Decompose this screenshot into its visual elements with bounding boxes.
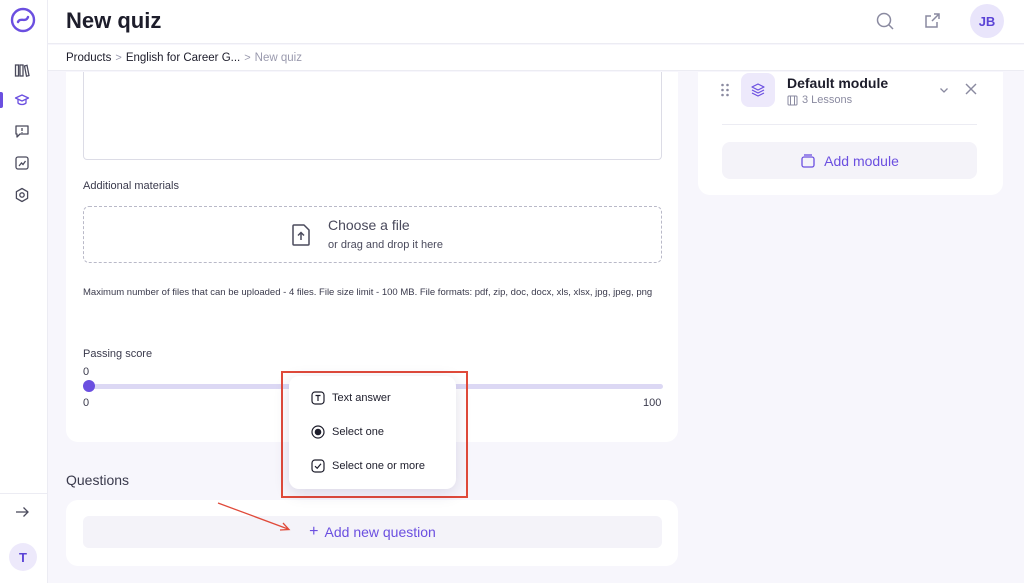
breadcrumb-products[interactable]: Products [66, 52, 111, 64]
checkbox-icon [311, 459, 325, 473]
modules-panel: Default module 3 Lessons Add module [698, 72, 1003, 195]
file-upload-icon [292, 224, 310, 246]
top-header: New quiz JB [48, 0, 1024, 44]
settings-hex-icon[interactable] [13, 186, 31, 204]
slider-min-label: 0 [83, 397, 90, 409]
add-question-label: Add new question [324, 524, 436, 540]
search-icon[interactable] [874, 10, 896, 32]
questions-card: + Add new question [66, 500, 678, 566]
additional-materials-label: Additional materials [83, 180, 179, 192]
description-textarea[interactable] [83, 72, 662, 160]
module-lessons-label: 3 Lessons [802, 94, 853, 106]
module-add-icon [801, 153, 815, 168]
workspace-avatar[interactable]: T [9, 543, 37, 571]
library-icon[interactable] [13, 61, 31, 79]
breadcrumb-separator: > [244, 51, 251, 64]
film-icon [787, 95, 798, 105]
dropzone-title[interactable]: Choose a file [328, 217, 410, 233]
slider-thumb[interactable] [83, 380, 95, 392]
external-link-icon[interactable] [921, 10, 943, 32]
sidebar-active-indicator [0, 92, 3, 108]
passing-score-value: 0 [83, 366, 90, 378]
question-type-menu: Text answer Select one Select one or mor… [289, 376, 456, 489]
menu-item-text-answer[interactable]: Text answer [311, 388, 391, 408]
drag-handle-icon[interactable] [720, 82, 730, 98]
questions-heading: Questions [66, 472, 130, 488]
breadcrumb: Products > English for Career G... > New… [48, 45, 1024, 71]
breadcrumb-course[interactable]: English for Career G... [126, 52, 240, 64]
page-title: New quiz [66, 8, 162, 33]
add-module-label: Add module [824, 152, 899, 169]
breadcrumb-current: New quiz [254, 51, 302, 64]
plus-icon: + [309, 523, 319, 540]
slider-max-label: 100 [643, 397, 662, 409]
module-title[interactable]: Default module [787, 75, 888, 91]
menu-item-label: Select one or more [332, 460, 425, 472]
menu-item-label: Select one [332, 426, 384, 438]
menu-item-select-one[interactable]: Select one [311, 422, 384, 442]
dropzone-subtitle: or drag and drop it here [328, 239, 443, 251]
add-module-button[interactable]: Add module [722, 142, 977, 179]
passing-score-label: Passing score [83, 348, 153, 360]
add-question-button[interactable]: + Add new question [83, 516, 662, 548]
file-dropzone[interactable]: Choose a file or drag and drop it here [83, 206, 662, 263]
layers-icon [741, 73, 775, 107]
sidebar: T [0, 0, 48, 583]
breadcrumb-separator: > [115, 51, 122, 64]
app-logo-icon[interactable] [10, 7, 36, 33]
user-avatar[interactable]: JB [970, 4, 1004, 38]
upload-hint: Maximum number of files that can be uplo… [83, 287, 653, 298]
menu-item-label: Text answer [332, 392, 391, 404]
arrow-right-icon[interactable] [13, 503, 31, 521]
analytics-icon[interactable] [13, 154, 31, 172]
message-alert-icon[interactable] [13, 122, 31, 140]
sidebar-divider [0, 493, 48, 494]
module-lessons-count: 3 Lessons [787, 94, 852, 106]
close-icon[interactable] [964, 82, 978, 96]
text-box-icon [311, 391, 325, 405]
annotation-arrow [217, 502, 291, 531]
radio-icon [311, 425, 325, 439]
chevron-down-icon[interactable] [938, 84, 950, 96]
module-divider [722, 124, 977, 125]
graduation-cap-icon[interactable] [13, 91, 31, 109]
menu-item-select-multiple[interactable]: Select one or more [311, 456, 425, 476]
